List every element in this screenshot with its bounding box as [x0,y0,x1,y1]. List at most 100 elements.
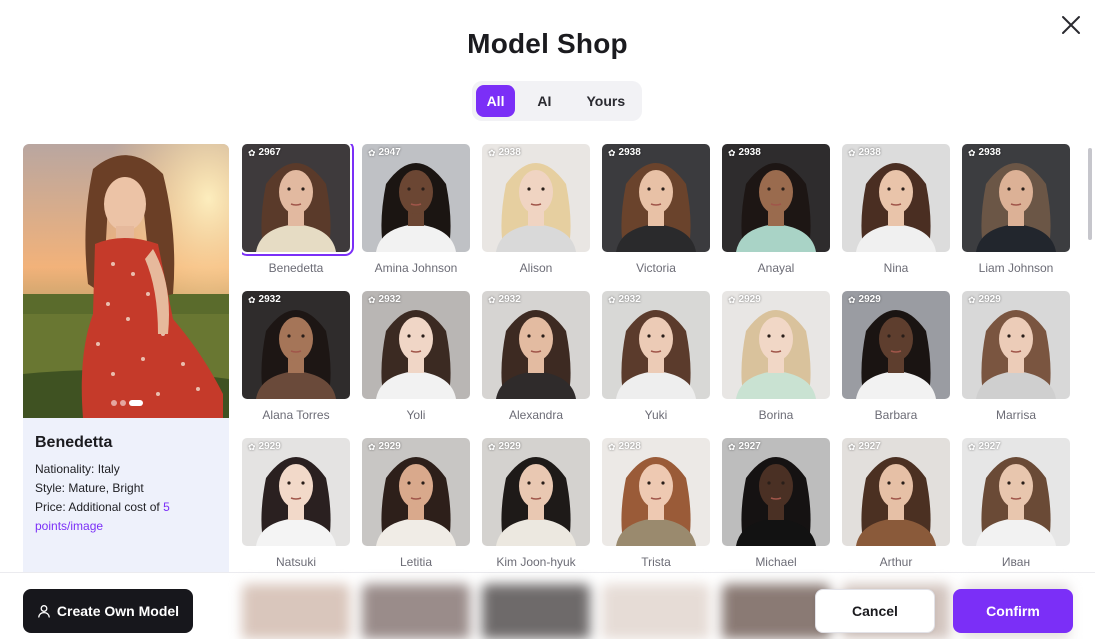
model-thumbnail[interactable]: ✿ 2938 [962,144,1070,252]
model-style: Style: Mature, Bright [35,481,144,495]
model-thumbnail[interactable]: ✿ 2929 [242,438,350,546]
model-card[interactable]: ✿ 2929 Marrisa [962,291,1070,422]
usage-count: 2938 [858,147,881,158]
usage-count-badge: ✿ 2929 [248,441,281,452]
model-card[interactable]: ✿ 2929 Borina [722,291,830,422]
model-card[interactable]: ✿ 2967 Benedetta [242,144,354,275]
model-thumbnail[interactable]: ✿ 2929 [962,291,1070,399]
model-card[interactable]: ✿ 2929 Barbara [842,291,950,422]
usage-count-badge: ✿ 2927 [848,441,881,452]
model-card[interactable]: ✿ 2938 Victoria [602,144,710,275]
usage-count: 2929 [858,294,881,305]
model-card[interactable]: ✿ 2947 Amina Johnson [362,144,470,275]
model-card-name: Marrisa [995,408,1036,422]
model-preview-image[interactable] [23,144,229,418]
carousel-dots [111,400,143,406]
model-card[interactable]: ✿ 2938 Alison [482,144,590,275]
model-card[interactable]: ✿ 2932 Alana Torres [242,291,350,422]
carousel-dot[interactable] [120,400,126,406]
scrollbar[interactable] [1088,148,1092,240]
model-card[interactable]: ✿ 2928 Trista [602,438,710,569]
cancel-button[interactable]: Cancel [815,589,935,633]
usage-count: 2927 [858,441,881,452]
page-title: Model Shop [467,28,628,59]
flame-icon: ✿ [248,147,256,158]
model-thumbnail[interactable]: ✿ 2932 [602,291,710,399]
create-own-model-button[interactable]: Create Own Model [23,589,193,633]
usage-count: 2927 [738,441,761,452]
price-prefix: Price: Additional cost of [35,500,164,514]
model-grid-next-row [242,578,1072,639]
usage-count-badge: ✿ 2929 [968,294,1001,305]
tab-ai[interactable]: AI [517,85,572,117]
tab-all[interactable]: All [476,85,516,117]
model-card[interactable]: ✿ 2938 Nina [842,144,950,275]
model-thumbnail[interactable]: ✿ 2938 [842,144,950,252]
usage-count-badge: ✿ 2927 [968,441,1001,452]
model-card-placeholder [482,584,590,639]
model-card-name: Alison [519,261,553,275]
model-card-name: Anayal [757,261,795,275]
usage-count: 2938 [498,147,521,158]
model-card[interactable]: ✿ 2927 Arthur [842,438,950,569]
model-card[interactable]: ✿ 2938 Anayal [722,144,830,275]
model-card[interactable]: ✿ 2929 Natsuki [242,438,350,569]
model-thumbnail[interactable]: ✿ 2928 [602,438,710,546]
usage-count: 2938 [978,147,1001,158]
usage-count-badge: ✿ 2938 [968,147,1001,158]
model-card[interactable]: ✿ 2929 Kim Joon-hyuk [482,438,590,569]
carousel-dot[interactable] [111,400,117,406]
model-thumbnail[interactable]: ✿ 2932 [242,291,350,399]
model-thumbnail[interactable]: ✿ 2938 [602,144,710,252]
model-thumbnail[interactable]: ✿ 2929 [722,291,830,399]
tab-yours[interactable]: Yours [574,85,638,117]
model-thumbnail[interactable]: ✿ 2927 [842,438,950,546]
usage-count-badge: ✿ 2929 [848,294,881,305]
usage-count: 2932 [618,294,641,305]
usage-count-badge: ✿ 2938 [848,147,881,158]
usage-count-badge: ✿ 2929 [488,441,521,452]
usage-count: 2938 [738,147,761,158]
model-card[interactable]: ✿ 2932 Yuki [602,291,710,422]
flame-icon: ✿ [488,441,496,452]
model-card-name: Yuki [644,408,668,422]
model-card[interactable]: ✿ 2929 Letitia [362,438,470,569]
model-thumbnail[interactable]: ✿ 2938 [722,144,830,252]
model-thumbnail[interactable]: ✿ 2932 [482,291,590,399]
model-thumbnail[interactable]: ✿ 2932 [362,291,470,399]
model-card-name: Natsuki [275,555,316,569]
model-card-name: Arthur [879,555,913,569]
model-card-placeholder [362,584,470,639]
model-thumbnail[interactable]: ✿ 2929 [482,438,590,546]
model-thumbnail[interactable]: ✿ 2947 [362,144,470,252]
usage-count: 2938 [618,147,641,158]
flame-icon: ✿ [608,147,616,158]
model-thumbnail[interactable]: ✿ 2929 [842,291,950,399]
model-thumbnail[interactable]: ✿ 2967 [242,144,354,256]
flame-icon: ✿ [608,294,616,305]
model-thumbnail[interactable]: ✿ 2927 [962,438,1070,546]
confirm-button[interactable]: Confirm [953,589,1073,633]
model-thumbnail[interactable]: ✿ 2938 [482,144,590,252]
model-card-name: Nina [883,261,909,275]
flame-icon: ✿ [968,294,976,305]
usage-count-badge: ✿ 2929 [368,441,401,452]
usage-count-badge: ✿ 2927 [728,441,761,452]
model-card[interactable]: ✿ 2927 Иван [962,438,1070,569]
flame-icon: ✿ [488,147,496,158]
model-card[interactable]: ✿ 2932 Alexandra [482,291,590,422]
usage-count: 2928 [618,441,641,452]
model-card[interactable]: ✿ 2932 Yoli [362,291,470,422]
model-card-name: Victoria [636,261,676,275]
model-card-name: Yoli [406,408,426,422]
model-card[interactable]: ✿ 2938 Liam Johnson [962,144,1070,275]
flame-icon: ✿ [368,441,376,452]
model-card[interactable]: ✿ 2927 Michael [722,438,830,569]
model-thumbnail[interactable]: ✿ 2927 [722,438,830,546]
flame-icon: ✿ [368,147,376,158]
model-thumbnail[interactable]: ✿ 2929 [362,438,470,546]
usage-count-badge: ✿ 2928 [608,441,641,452]
usage-count-badge: ✿ 2929 [728,294,761,305]
flame-icon: ✿ [488,294,496,305]
carousel-dot-active[interactable] [129,400,143,406]
